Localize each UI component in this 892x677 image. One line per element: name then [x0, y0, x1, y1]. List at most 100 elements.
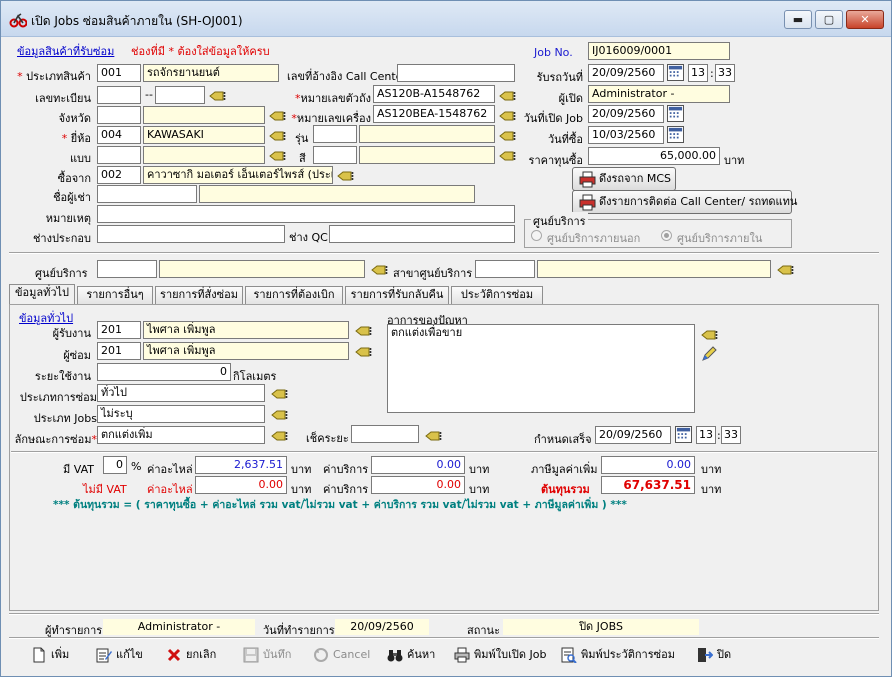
- buy-date-input[interactable]: 10/03/2560: [588, 126, 664, 144]
- engine-no-input[interactable]: AS120BEA-1548762: [373, 105, 495, 123]
- pull-mcs-button[interactable]: ดึงรถจาก MCS: [572, 167, 676, 191]
- tab-returned-items[interactable]: รายการที่รับกลับคืน: [345, 286, 449, 304]
- parts-vat-label: ค่าอะไหล่: [147, 463, 193, 476]
- renter-label: ชื่อผู้เช่า: [53, 191, 91, 204]
- undo-icon: [314, 648, 328, 662]
- brand-picker-icon[interactable]: [269, 129, 286, 143]
- note-input[interactable]: [97, 205, 515, 223]
- note-label: หมายเหตุ: [45, 212, 91, 225]
- brand-code-input[interactable]: 004: [97, 126, 141, 144]
- center-picker-icon[interactable]: [371, 263, 388, 277]
- job-type-input[interactable]: ไม่ระบุ: [97, 405, 265, 423]
- open-calendar-icon[interactable]: [667, 105, 684, 122]
- check-distance-picker-icon[interactable]: [425, 429, 442, 443]
- edit-button[interactable]: แก้ไข: [96, 644, 143, 666]
- cancel-en-button[interactable]: Cancel: [313, 644, 370, 666]
- repair-type-picker-icon[interactable]: [271, 387, 288, 401]
- due-hour-input[interactable]: 13: [696, 426, 716, 444]
- branch-picker-icon[interactable]: [777, 263, 794, 277]
- product-type-code-input[interactable]: 001: [97, 64, 141, 82]
- receive-minute-input[interactable]: 33: [715, 64, 735, 82]
- cancel-button[interactable]: ยกเลิก: [166, 644, 216, 666]
- engine-no-picker-icon[interactable]: [499, 109, 516, 123]
- province-name-field: [143, 106, 265, 124]
- price-input[interactable]: 65,000.00: [588, 147, 720, 165]
- branch-code-input[interactable]: [475, 260, 535, 278]
- buy-from-label: ซื้อจาก: [57, 172, 91, 185]
- plate-number-input[interactable]: [155, 86, 205, 104]
- tab-withdraw-items[interactable]: รายการที่ต้องเบิก: [245, 286, 343, 304]
- assembler-input[interactable]: [97, 225, 285, 243]
- edit-label: แก้ไข: [116, 648, 143, 661]
- minimize-button[interactable]: ▬: [784, 10, 812, 29]
- due-calendar-icon[interactable]: [675, 426, 692, 443]
- product-info-link[interactable]: ข้อมูลสินค้าที่รับซ่อม: [17, 42, 114, 60]
- receive-time-sep: :: [710, 67, 714, 80]
- save-disk-icon: [243, 647, 259, 663]
- center-code-input[interactable]: [97, 260, 157, 278]
- callcenter-input[interactable]: [397, 64, 515, 82]
- status-separator: [9, 613, 879, 615]
- body-no-input[interactable]: AS120B-A1548762: [373, 85, 495, 103]
- vat-rate-input[interactable]: 0: [103, 456, 127, 474]
- title-bar: เปิด Jobs ซ่อมสินค้าภายใน (SH-OJ001) ▬ ▢…: [1, 1, 891, 37]
- open-date-input[interactable]: 20/09/2560: [588, 105, 664, 123]
- pattern-picker-icon[interactable]: [269, 149, 286, 163]
- print-job-button[interactable]: พิมพ์ใบเปิด Job: [454, 644, 546, 666]
- color-picker-icon[interactable]: [499, 149, 516, 163]
- external-center-radio[interactable]: [531, 230, 542, 241]
- tab-ordered-items[interactable]: รายการที่สั่งซ่อม: [155, 286, 243, 304]
- receiver-label: ผู้รับงาน: [52, 327, 91, 340]
- check-distance-input[interactable]: [351, 425, 419, 443]
- plate-picker-icon[interactable]: [209, 89, 226, 103]
- receiver-picker-icon[interactable]: [355, 324, 372, 338]
- save-button[interactable]: บันทึก: [243, 644, 291, 666]
- maximize-button[interactable]: ▢: [815, 10, 843, 29]
- date-field: 20/09/2560: [335, 619, 429, 635]
- repair-nature-input[interactable]: ตกแต่งเพิ่ม: [97, 426, 265, 444]
- buy-from-picker-icon[interactable]: [337, 169, 354, 183]
- plate-prefix-input[interactable]: [97, 86, 141, 104]
- qc-input[interactable]: [329, 225, 515, 243]
- symptom-textarea[interactable]: ตกแต่งเพื่อขาย: [387, 324, 695, 413]
- color-code-input[interactable]: [313, 146, 357, 164]
- delete-x-icon: [167, 648, 181, 662]
- model-picker-icon[interactable]: [499, 129, 516, 143]
- pattern-code-input[interactable]: [97, 146, 141, 164]
- repair-nature-picker-icon[interactable]: [271, 429, 288, 443]
- tab-others[interactable]: รายการอื่นๆ: [77, 286, 153, 304]
- callcenter-label: เลขที่อ้างอิง Call Center: [287, 70, 407, 83]
- tab-repair-history[interactable]: ประวัติการซ่อม: [451, 286, 543, 304]
- province-picker-icon[interactable]: [269, 109, 286, 123]
- body-no-picker-icon[interactable]: [499, 89, 516, 103]
- buy-calendar-icon[interactable]: [667, 126, 684, 143]
- add-button[interactable]: เพิ่ม: [31, 644, 69, 666]
- repair-type-input[interactable]: ทั่วไป: [97, 384, 265, 402]
- cancel-label: ยกเลิก: [186, 648, 217, 661]
- total-formula: *** ต้นทุนรวม = ( ราคาทุนซื้อ + ค่าอะไหล…: [53, 499, 627, 511]
- pull-callcenter-button[interactable]: ดึงรายการติดต่อ Call Center/ รถทดแทน: [572, 190, 797, 214]
- job-type-picker-icon[interactable]: [271, 408, 288, 422]
- repairer-picker-icon[interactable]: [355, 345, 372, 359]
- close-window-button[interactable]: ✕: [846, 10, 884, 29]
- due-minute-input[interactable]: 33: [721, 426, 741, 444]
- internal-center-radio[interactable]: [661, 230, 672, 241]
- print-history-button[interactable]: พิมพ์ประวัติการซ่อม: [561, 644, 675, 666]
- receive-hour-input[interactable]: 13: [688, 64, 708, 82]
- edit-pen-icon[interactable]: [701, 346, 717, 362]
- repairer-code-input[interactable]: 201: [97, 342, 141, 360]
- search-button[interactable]: ค้นหา: [387, 644, 435, 666]
- distance-input[interactable]: 0: [97, 363, 231, 381]
- receive-date-input[interactable]: 20/09/2560: [588, 64, 664, 82]
- model-code-input[interactable]: [313, 125, 357, 143]
- renter-code-input[interactable]: [97, 185, 197, 203]
- due-date-input[interactable]: 20/09/2560: [595, 426, 671, 444]
- receive-calendar-icon[interactable]: [667, 64, 684, 81]
- close-button[interactable]: ปิด: [697, 644, 731, 666]
- province-code-input[interactable]: [97, 106, 141, 124]
- buy-from-code-input[interactable]: 002: [97, 166, 141, 184]
- body-no-label: หมายเลขตัวถัง: [300, 92, 372, 105]
- symptom-picker-icon[interactable]: [701, 328, 718, 342]
- tab-general[interactable]: ข้อมูลทั่วไป: [9, 284, 75, 304]
- receiver-code-input[interactable]: 201: [97, 321, 141, 339]
